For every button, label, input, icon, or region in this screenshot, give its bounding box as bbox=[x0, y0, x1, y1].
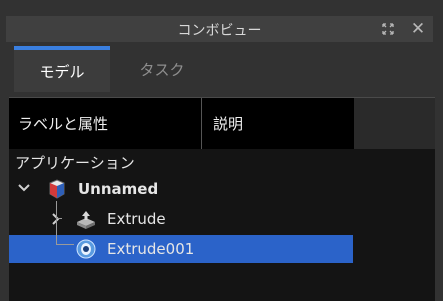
tree-connector-line bbox=[56, 218, 62, 219]
extrude001-label: Extrude001 bbox=[107, 240, 195, 258]
tab-task-label: タスク bbox=[139, 60, 185, 79]
combo-view-titlebar: コンボビュー ✕ bbox=[6, 16, 433, 42]
close-icon[interactable]: ✕ bbox=[410, 21, 426, 38]
tab-task[interactable]: タスク bbox=[116, 50, 208, 88]
tree-header: ラベルと属性 説明 bbox=[9, 98, 354, 149]
tree-connector-line bbox=[56, 244, 74, 245]
eye-icon bbox=[75, 238, 97, 260]
tree-row-document[interactable]: Unnamed bbox=[9, 175, 353, 203]
expand-arrow-icon[interactable] bbox=[17, 181, 31, 195]
application-label: アプリケーション bbox=[15, 153, 135, 172]
column-header-labels-text: ラベルと属性 bbox=[18, 115, 109, 133]
tree-connector-line bbox=[56, 201, 57, 244]
window-title: コンボビュー bbox=[177, 23, 262, 39]
tab-model-label: モデル bbox=[39, 62, 85, 81]
document-label: Unnamed bbox=[78, 180, 159, 198]
tree-view[interactable]: ラベルと属性 説明 アプリケーション Unnamed Extrude Extru… bbox=[9, 97, 435, 301]
column-header-description[interactable]: 説明 bbox=[202, 98, 354, 149]
header-filler bbox=[354, 98, 435, 149]
column-header-description-text: 説明 bbox=[213, 115, 244, 133]
extrude-icon bbox=[75, 208, 97, 230]
tab-model[interactable]: モデル bbox=[14, 46, 110, 92]
tree-row-application[interactable]: アプリケーション bbox=[9, 148, 353, 176]
float-panel-icon[interactable] bbox=[380, 21, 396, 37]
document-icon bbox=[46, 178, 68, 200]
tree-row-extrude[interactable]: Extrude bbox=[9, 205, 353, 233]
column-header-labels[interactable]: ラベルと属性 bbox=[9, 98, 202, 149]
extrude-label: Extrude bbox=[107, 210, 166, 228]
tree-row-extrude001[interactable]: Extrude001 bbox=[9, 235, 353, 263]
tab-bar: モデル タスク bbox=[0, 46, 443, 92]
